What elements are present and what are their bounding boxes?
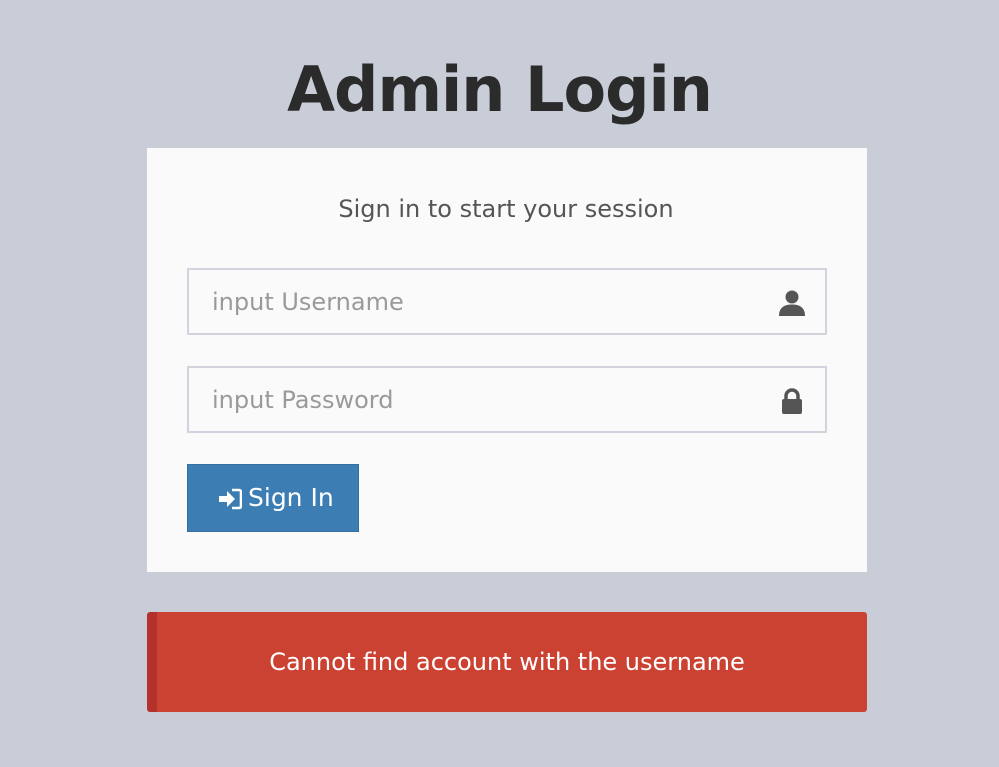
user-icon [779, 290, 805, 316]
password-input[interactable] [189, 368, 825, 431]
sign-in-label: Sign In [248, 483, 334, 512]
sign-in-icon [219, 488, 242, 510]
lock-icon [782, 388, 802, 414]
username-field[interactable] [187, 268, 827, 335]
login-box-message: Sign in to start your session [338, 195, 674, 223]
error-alert: Cannot find account with the username [147, 612, 867, 712]
page-title: Admin Login [287, 52, 713, 126]
username-input[interactable] [189, 270, 825, 333]
password-field[interactable] [187, 366, 827, 433]
sign-in-button[interactable]: Sign In [187, 464, 359, 532]
error-alert-message: Cannot find account with the username [269, 648, 745, 676]
